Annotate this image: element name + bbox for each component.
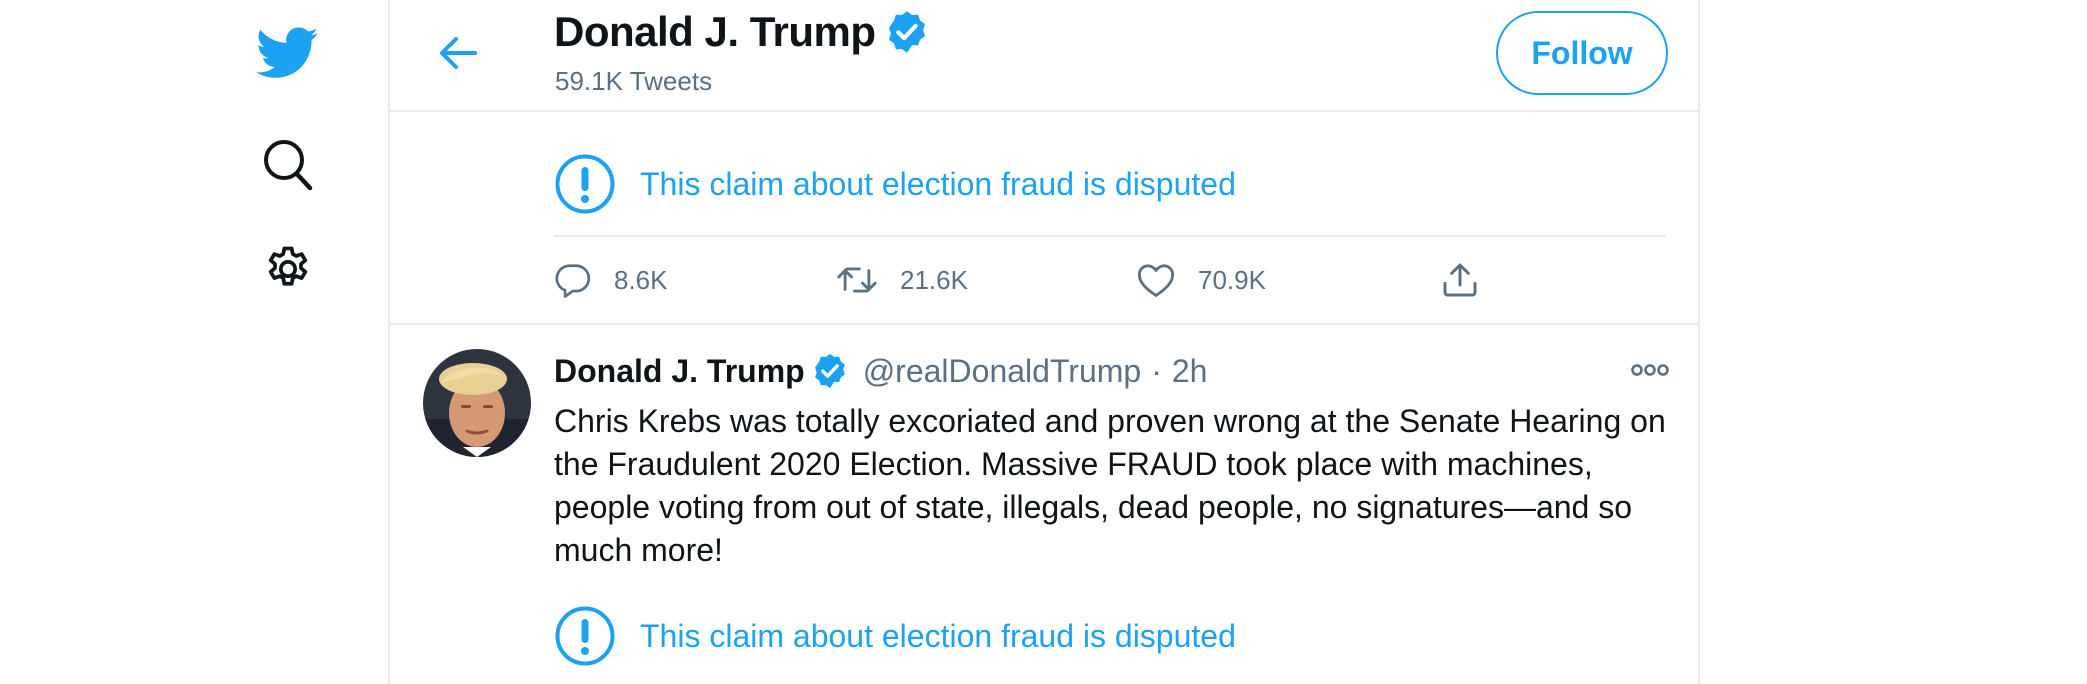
reply-count: 8.6K bbox=[614, 264, 668, 295]
reply-icon bbox=[555, 264, 591, 298]
reply-button[interactable]: 8.6K bbox=[554, 256, 668, 304]
share-button[interactable] bbox=[1440, 256, 1480, 304]
verified-badge-icon bbox=[814, 353, 845, 389]
share-icon bbox=[1443, 263, 1477, 297]
notice-text: This claim about election fraud is dispu… bbox=[640, 165, 1236, 202]
retweet-button[interactable]: 21.6K bbox=[836, 256, 968, 304]
tweet-meta: Donald J. Trump @realDonaldTrump · 2h bbox=[554, 352, 1207, 390]
retweet-icon bbox=[837, 267, 877, 293]
more-options-button[interactable] bbox=[1626, 355, 1674, 385]
disputed-claim-notice[interactable]: This claim about election fraud is dispu… bbox=[554, 605, 1236, 667]
verified-badge-icon bbox=[888, 11, 925, 53]
tweet-actions: 8.6K 21.6K 70.9K bbox=[554, 256, 1666, 304]
gear-icon[interactable] bbox=[256, 237, 320, 301]
notice-text: This claim about election fraud is dispu… bbox=[640, 617, 1236, 654]
avatar[interactable] bbox=[423, 349, 531, 457]
more-icon bbox=[1631, 364, 1669, 376]
back-button[interactable] bbox=[430, 25, 486, 81]
retweet-count: 21.6K bbox=[900, 264, 968, 295]
search-icon[interactable] bbox=[256, 133, 320, 197]
divider bbox=[554, 235, 1666, 237]
exclamation-circle-icon bbox=[555, 606, 615, 666]
profile-photo-icon bbox=[423, 349, 531, 457]
main-column: Donald J. Trump 59.1K Tweets Follow This… bbox=[388, 0, 1700, 684]
tweet-text: Chris Krebs was totally excoriated and p… bbox=[554, 403, 1666, 568]
page-title: Donald J. Trump bbox=[554, 8, 930, 56]
heart-icon bbox=[1137, 264, 1175, 297]
tweet-count: 59.1K Tweets bbox=[555, 66, 713, 96]
arrow-left-icon bbox=[440, 37, 477, 69]
like-button[interactable]: 70.9K bbox=[1136, 256, 1266, 304]
meta-separator: · bbox=[1151, 352, 1162, 389]
author-name[interactable]: Donald J. Trump bbox=[554, 353, 805, 390]
divider bbox=[390, 323, 1698, 325]
author-handle[interactable]: @realDonaldTrump bbox=[863, 353, 1142, 390]
follow-button[interactable]: Follow bbox=[1496, 11, 1668, 95]
tweet-timestamp[interactable]: 2h bbox=[1172, 353, 1208, 390]
disputed-claim-notice[interactable]: This claim about election fraud is dispu… bbox=[554, 153, 1236, 215]
exclamation-circle-icon bbox=[555, 154, 615, 214]
twitter-logo-icon[interactable] bbox=[256, 21, 320, 85]
like-count: 70.9K bbox=[1198, 264, 1266, 295]
profile-name: Donald J. Trump bbox=[554, 8, 876, 55]
left-nav bbox=[0, 0, 388, 684]
profile-header: Donald J. Trump 59.1K Tweets Follow bbox=[390, 0, 1698, 112]
